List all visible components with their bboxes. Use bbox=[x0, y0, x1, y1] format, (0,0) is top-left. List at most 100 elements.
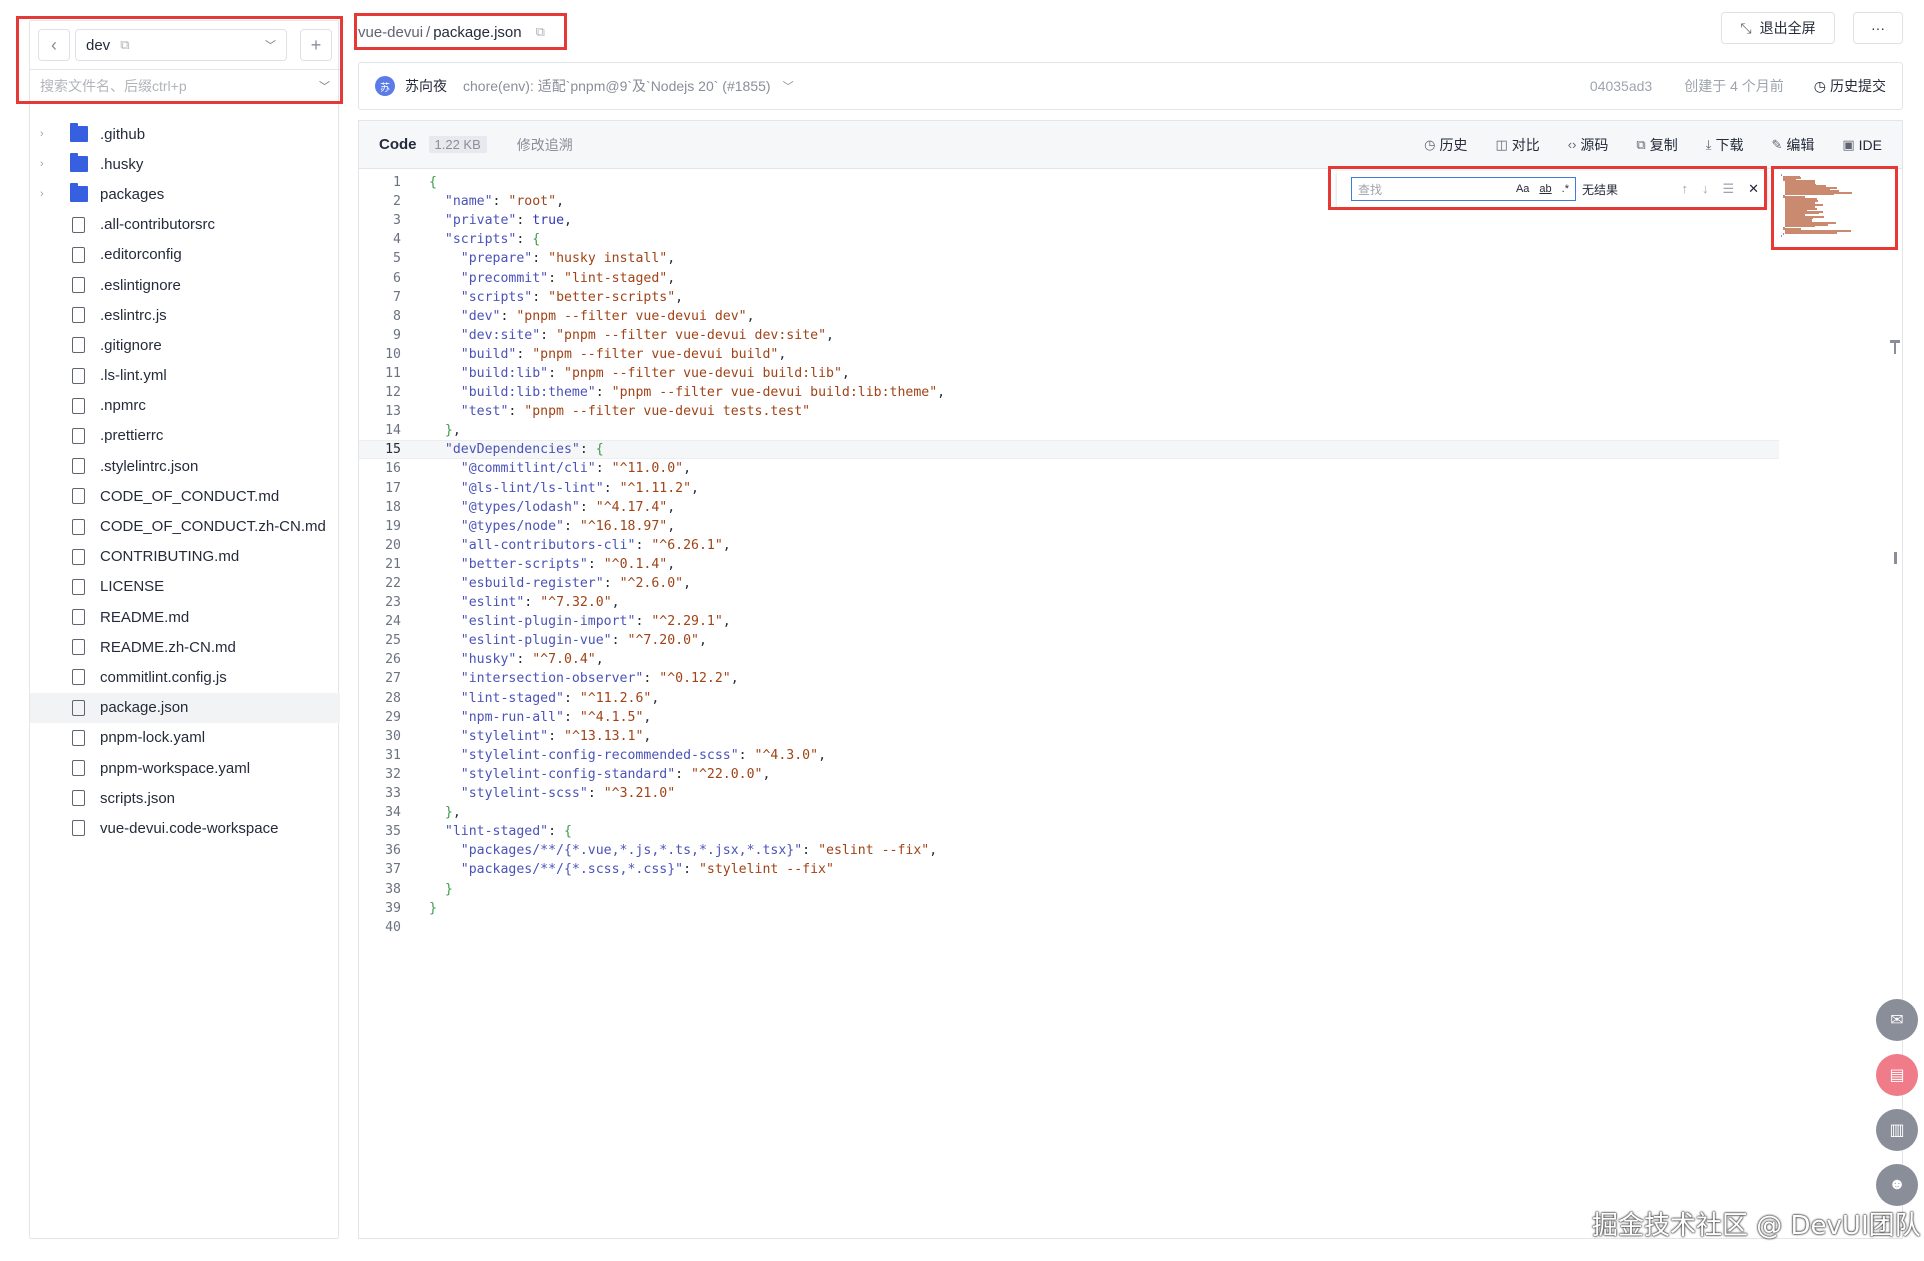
tree-file[interactable]: .npmrc bbox=[30, 391, 340, 421]
minimap[interactable] bbox=[1775, 170, 1885, 248]
breadcrumb: vue-devui / package.json ⧉ bbox=[358, 17, 545, 47]
tree-file[interactable]: pnpm-workspace.yaml bbox=[30, 753, 340, 783]
file-icon bbox=[72, 246, 85, 263]
scrollbar-thumb[interactable] bbox=[1894, 552, 1897, 564]
assistant-button[interactable]: ☻ bbox=[1876, 1164, 1918, 1206]
line-content: "build:lib:theme": "pnpm --filter vue-de… bbox=[460, 385, 946, 401]
tree-file[interactable]: vue-devui.code-workspace bbox=[30, 813, 340, 843]
toolbar-edit-button[interactable]: ✎ 编辑 bbox=[1771, 135, 1814, 155]
tree-file[interactable]: CONTRIBUTING.md bbox=[30, 542, 340, 572]
tree-file[interactable]: README.md bbox=[30, 602, 340, 632]
toolbar-clock-button[interactable]: ◷ 历史 bbox=[1424, 135, 1467, 155]
add-button[interactable]: + bbox=[300, 29, 332, 61]
copy-icon[interactable]: ⧉ bbox=[120, 37, 129, 53]
minimap-line bbox=[1785, 231, 1838, 234]
tree-file[interactable]: CODE_OF_CONDUCT.md bbox=[30, 481, 340, 511]
code-line: 25 "eslint-plugin-vue": "^7.20.0", bbox=[359, 631, 1779, 650]
branch-select[interactable]: dev ⧉ ﹀ bbox=[75, 29, 287, 61]
exit-fullscreen-button[interactable]: ⤡ 退出全屏 bbox=[1721, 12, 1835, 44]
tree-file[interactable]: LICENSE bbox=[30, 572, 340, 602]
commit-author[interactable]: 苏向夜 bbox=[405, 76, 447, 96]
tree-item-label: .npmrc bbox=[100, 397, 146, 415]
line-number: 40 bbox=[385, 919, 401, 935]
tree-file[interactable]: commitlint.config.js bbox=[30, 662, 340, 692]
file-search-input[interactable]: 搜索文件名、后缀ctrl+p ﹀ bbox=[30, 69, 340, 103]
code-header: Code 1.22 KB 修改追溯 ◷ 历史 ◫ 对比 ‹› 源码 ⧉ 复制 ⤓ 下载 ✎ 编辑 ▣ ID… bbox=[358, 120, 1903, 168]
tree-file[interactable]: README.zh-CN.md bbox=[30, 632, 340, 662]
folder-icon bbox=[70, 123, 88, 143]
tree-folder[interactable]: › .github bbox=[30, 119, 340, 149]
line-content: "@types/node": "^16.18.97", bbox=[460, 518, 676, 534]
toolbar-compare-button[interactable]: ◫ 对比 bbox=[1495, 135, 1539, 155]
commit-hash[interactable]: 04035ad3 bbox=[1590, 78, 1652, 94]
history-commits-button[interactable]: ◷ 历史提交 bbox=[1814, 76, 1886, 96]
file-size-badge: 1.22 KB bbox=[428, 136, 487, 153]
line-number: 10 bbox=[385, 346, 401, 362]
line-number: 25 bbox=[385, 633, 401, 649]
survey-button[interactable]: ▤ bbox=[1876, 1054, 1918, 1096]
line-content: "lint-staged": "^11.2.6", bbox=[460, 690, 660, 706]
back-button[interactable]: ‹ bbox=[38, 29, 70, 61]
find-input[interactable]: 查找 Aa ab .* bbox=[1351, 177, 1576, 201]
tree-file[interactable]: .all-contributorsrc bbox=[30, 210, 340, 240]
docs-button[interactable]: ▥ bbox=[1876, 1109, 1918, 1151]
chevron-down-icon[interactable]: ﹀ bbox=[783, 78, 794, 94]
tree-file[interactable]: .eslintignore bbox=[30, 270, 340, 300]
tree-file[interactable]: .ls-lint.yml bbox=[30, 361, 340, 391]
line-number: 18 bbox=[385, 499, 401, 515]
tree-folder[interactable]: › packages bbox=[30, 179, 340, 209]
toolbar-copy-button[interactable]: ⧉ 复制 bbox=[1636, 135, 1677, 155]
arrow-down-icon[interactable]: ↓ bbox=[1702, 181, 1709, 197]
arrow-up-icon[interactable]: ↑ bbox=[1681, 181, 1688, 197]
commit-message[interactable]: chore(env): 适配`pnpm@9`及`Nodejs 20` (#185… bbox=[463, 76, 771, 96]
line-content: "prepare": "husky install", bbox=[460, 251, 676, 267]
tree-file[interactable]: .editorconfig bbox=[30, 240, 340, 270]
tree-file[interactable]: .stylelintrc.json bbox=[30, 451, 340, 481]
tree-file[interactable]: CODE_OF_CONDUCT.zh-CN.md bbox=[30, 511, 340, 541]
breadcrumb-repo[interactable]: vue-devui bbox=[358, 24, 423, 41]
line-content: "devDependencies": { bbox=[444, 442, 604, 458]
line-number: 16 bbox=[385, 461, 401, 477]
tab-blame[interactable]: 修改追溯 bbox=[517, 135, 573, 155]
code-line: 5 "prepare": "husky install", bbox=[359, 249, 1779, 268]
code-editor[interactable]: 1{2 "name": "root", 3 "private": true, 4 "… bbox=[358, 168, 1903, 1239]
tree-folder[interactable]: › .husky bbox=[30, 149, 340, 179]
tree-file[interactable]: .eslintrc.js bbox=[30, 300, 340, 330]
line-content: "eslint-plugin-vue": "^7.20.0", bbox=[460, 633, 707, 649]
file-icon bbox=[72, 548, 85, 565]
survey-icon: ▤ bbox=[1889, 1067, 1905, 1084]
find-in-selection-icon[interactable]: ☰ bbox=[1722, 181, 1734, 197]
toolbar-download-button[interactable]: ⤓ 下载 bbox=[1706, 135, 1744, 155]
tree-item-label: LICENSE bbox=[100, 578, 165, 596]
tree-file[interactable]: scripts.json bbox=[30, 783, 340, 813]
chevron-left-icon: ‹ bbox=[51, 34, 57, 55]
line-number: 30 bbox=[385, 728, 401, 744]
edit-icon: ✎ bbox=[1771, 136, 1783, 152]
minimap-line bbox=[1781, 174, 1783, 176]
line-content: }, bbox=[444, 423, 461, 439]
tab-code[interactable]: Code bbox=[379, 136, 417, 153]
file-toolbar: ◷ 历史 ◫ 对比 ‹› 源码 ⧉ 复制 ⤓ 下载 ✎ 编辑 ▣ IDE bbox=[1424, 135, 1882, 155]
whole-word-toggle[interactable]: ab bbox=[1539, 183, 1551, 195]
code-line: 37 "packages/**/{*.scss,*.css}": "stylel… bbox=[359, 860, 1779, 879]
regex-toggle[interactable]: .* bbox=[1562, 183, 1569, 195]
tree-file[interactable]: package.json bbox=[30, 692, 340, 723]
file-icon bbox=[72, 458, 85, 475]
tree-file[interactable]: .prettierrc bbox=[30, 421, 340, 451]
toolbar-ide-button[interactable]: ▣ IDE bbox=[1842, 137, 1882, 153]
match-case-toggle[interactable]: Aa bbox=[1516, 183, 1529, 195]
close-icon[interactable]: ✕ bbox=[1748, 181, 1759, 197]
tree-file[interactable]: pnpm-lock.yaml bbox=[30, 723, 340, 753]
tree-file[interactable]: .gitignore bbox=[30, 330, 340, 360]
more-button[interactable]: ··· bbox=[1853, 12, 1903, 44]
toolbar-code-button[interactable]: ‹› 源码 bbox=[1568, 135, 1609, 155]
code-line: 14 }, bbox=[359, 421, 1779, 440]
line-content: "intersection-observer": "^0.12.2", bbox=[460, 671, 739, 687]
line-number: 22 bbox=[385, 576, 401, 592]
file-icon bbox=[72, 760, 85, 777]
watermark: 掘金技术社区 @ DevUI团队 bbox=[1592, 1211, 1921, 1241]
copy-path-icon[interactable]: ⧉ bbox=[536, 24, 545, 40]
feedback-button[interactable]: ✉ bbox=[1876, 999, 1918, 1041]
code-line: 17 "@ls-lint/ls-lint": "^1.11.2", bbox=[359, 479, 1779, 498]
copy-icon: ⧉ bbox=[1636, 136, 1646, 152]
